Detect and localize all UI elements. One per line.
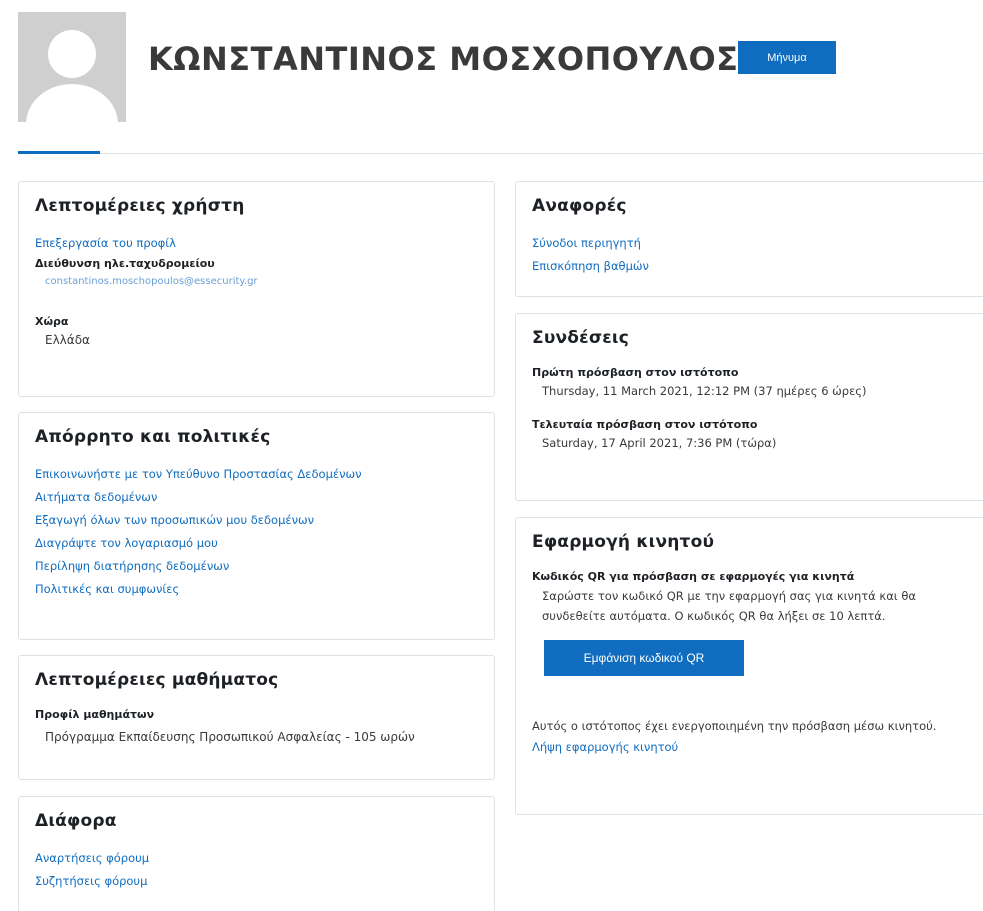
profile-username: ΚΩΝΣΤΑΝΤΙΝΟΣ ΜΟΣΧΟΠΟΥΛΟΣ <box>148 40 739 78</box>
reports-title: Αναφορές <box>532 196 627 216</box>
privacy-title: Απόρρητο και πολιτικές <box>35 427 271 447</box>
country-label: Χώρα <box>35 315 69 328</box>
course-details-title: Λεπτομέρειες μαθήματος <box>35 670 279 690</box>
email-label: Διεύθυνση ηλε.ταχυδρομείου <box>35 257 215 270</box>
privacy-link-policies[interactable]: Πολιτικές και συμφωνίες <box>35 578 478 601</box>
user-avatar-icon <box>18 12 126 122</box>
last-access-value: Saturday, 17 April 2021, 7:36 PM (τώρα) <box>542 436 777 450</box>
misc-card: Διάφορα Αναρτήσεις φόρουμ Συζητήσεις φόρ… <box>18 796 495 911</box>
privacy-link-dpo[interactable]: Επικοινωνήστε με τον Υπεύθυνο Προστασίας… <box>35 463 478 486</box>
user-details-card: Λεπτομέρειες χρήστη Επεξεργασία του προφ… <box>18 181 495 397</box>
course-profile-link[interactable]: Πρόγραμμα Εκπαίδευσης Προσωπικού Ασφαλεί… <box>35 728 478 746</box>
mobile-app-title: Εφαρμογή κινητού <box>532 532 715 552</box>
user-details-title: Λεπτομέρειες χρήστη <box>35 196 245 216</box>
tab-active-indicator <box>18 151 100 154</box>
browser-sessions-link[interactable]: Σύνοδοι περιηγητή <box>532 232 978 255</box>
forum-discussions-link[interactable]: Συζητήσεις φόρουμ <box>35 870 478 893</box>
email-link[interactable]: constantinos.moschopoulos@essecurity.gr <box>35 273 478 291</box>
tab-underline <box>18 153 983 154</box>
privacy-link-data-requests[interactable]: Αιτήματα δεδομένων <box>35 486 478 509</box>
country-value: Ελλάδα <box>45 333 90 347</box>
logins-card: Συνδέσεις Πρώτη πρόσβαση στον ιστότοπο T… <box>515 313 983 501</box>
grades-overview-link[interactable]: Επισκόπηση βαθμών <box>532 255 978 278</box>
message-button[interactable]: Μήνυμα <box>738 41 836 74</box>
first-access-value: Thursday, 11 March 2021, 12:12 PM (37 ημ… <box>542 384 867 398</box>
forum-posts-link[interactable]: Αναρτήσεις φόρουμ <box>35 847 478 870</box>
last-access-label: Τελευταία πρόσβαση στον ιστότοπο <box>532 418 758 431</box>
show-qr-code-button[interactable]: Εμφάνιση κωδικού QR <box>544 640 744 676</box>
get-mobile-app-link[interactable]: Λήψη εφαρμογής κινητού <box>532 736 978 759</box>
qr-code-label: Κωδικός QR για πρόσβαση σε εφαρμογές για… <box>532 570 855 583</box>
avatar <box>18 12 126 122</box>
edit-profile-link[interactable]: Επεξεργασία του προφίλ <box>35 232 478 255</box>
mobile-access-note: Αυτός ο ιστότοπος έχει ενεργοποιημένη τη… <box>532 719 937 733</box>
privacy-link-retention-summary[interactable]: Περίληψη διατήρησης δεδομένων <box>35 555 478 578</box>
course-profiles-label: Προφίλ μαθημάτων <box>35 708 155 721</box>
reports-card: Αναφορές Σύνοδοι περιηγητή Επισκόπηση βα… <box>515 181 983 297</box>
mobile-app-card: Εφαρμογή κινητού Κωδικός QR για πρόσβαση… <box>515 517 983 815</box>
privacy-card: Απόρρητο και πολιτικές Επικοινωνήστε με … <box>18 412 495 640</box>
misc-title: Διάφορα <box>35 811 117 831</box>
logins-title: Συνδέσεις <box>532 328 630 348</box>
privacy-link-export-data[interactable]: Εξαγωγή όλων των προσωπικών μου δεδομένω… <box>35 509 478 532</box>
qr-code-description: Σαρώστε τον κωδικό QR με την εφαρμογή σα… <box>542 589 916 623</box>
privacy-link-delete-account[interactable]: Διαγράψτε τον λογαριασμό μου <box>35 532 478 555</box>
first-access-label: Πρώτη πρόσβαση στον ιστότοπο <box>532 366 739 379</box>
course-details-card: Λεπτομέρειες μαθήματος Προφίλ μαθημάτων … <box>18 655 495 780</box>
